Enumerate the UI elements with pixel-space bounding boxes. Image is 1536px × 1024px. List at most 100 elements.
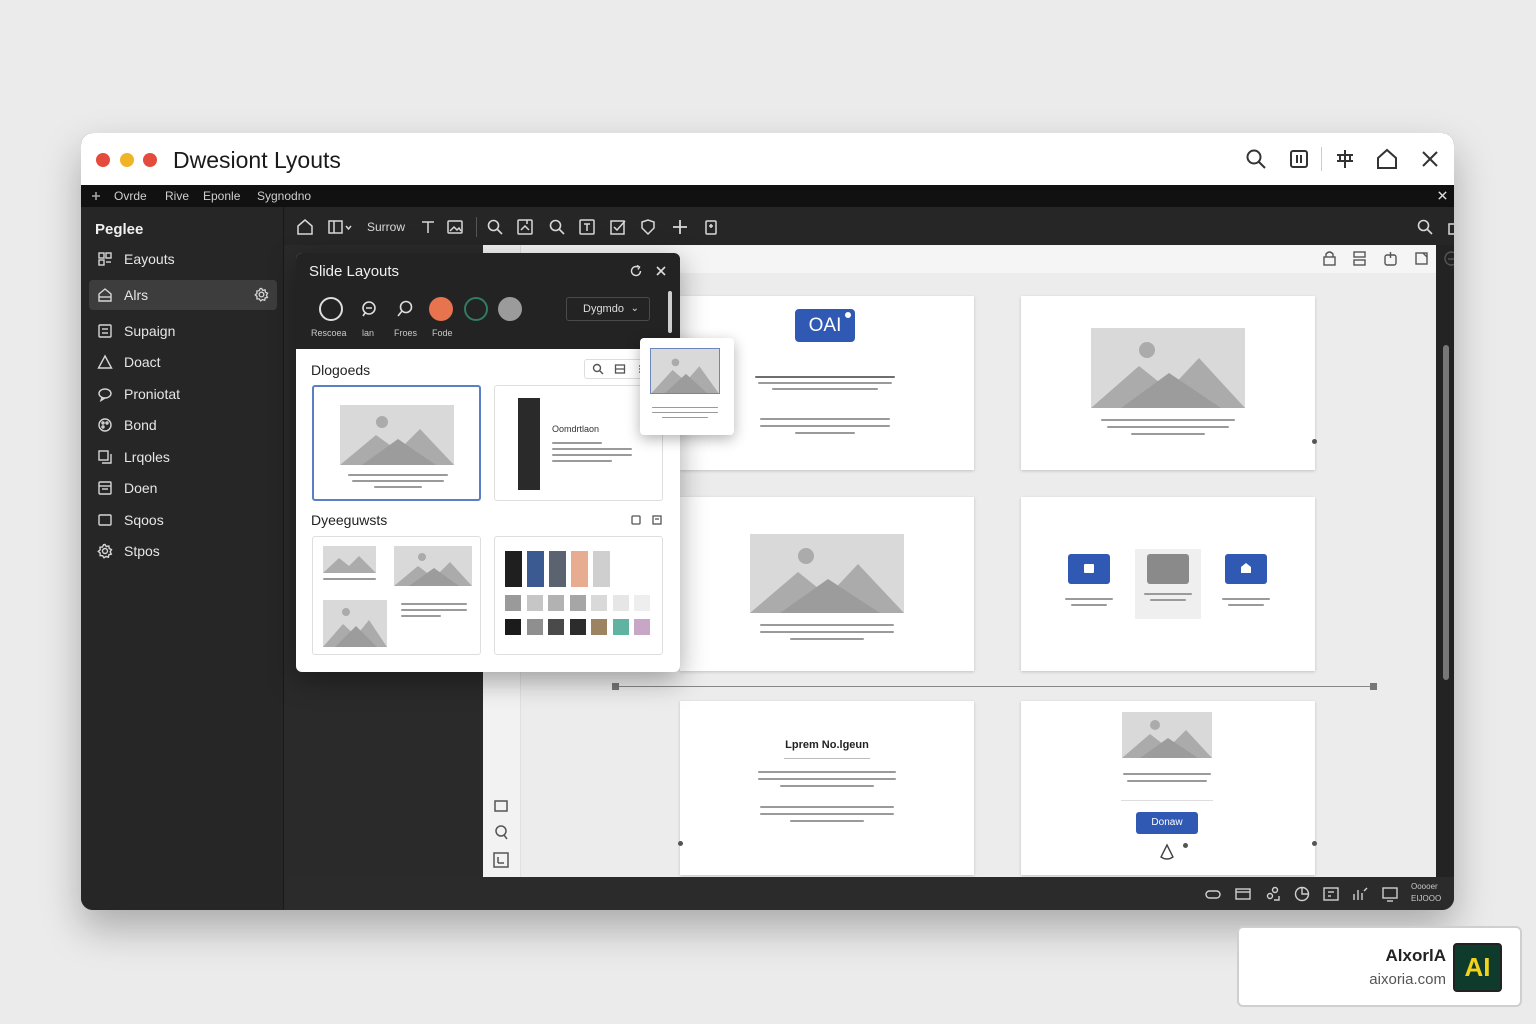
palette-swatch[interactable]	[526, 595, 543, 611]
page-icon[interactable]	[1413, 250, 1430, 267]
dragged-layout-thumbnail[interactable]	[640, 338, 734, 435]
text-frame-icon[interactable]	[492, 851, 510, 869]
menu-item-1[interactable]: Ovrde	[114, 189, 147, 203]
home-icon[interactable]	[1375, 147, 1399, 171]
sidebar-item-alrs[interactable]: Alrs	[89, 280, 277, 310]
slide-thumbnail-6[interactable]: Donaw	[1021, 701, 1315, 875]
anchor-dot[interactable]	[678, 841, 683, 846]
sidebar-item-proniotat[interactable]: Proniotat	[89, 379, 277, 409]
window-icon[interactable]	[1234, 885, 1252, 903]
frame-icon[interactable]	[516, 218, 534, 236]
slide-thumbnail-3[interactable]	[680, 497, 974, 671]
slide-thumbnail-4[interactable]	[1021, 497, 1315, 671]
square-icon[interactable]	[630, 514, 642, 526]
people-icon[interactable]	[1264, 885, 1282, 903]
sidebar-item-doen[interactable]: Doen	[89, 473, 277, 503]
sidebar-item-sqoos[interactable]: Sqoos	[89, 505, 277, 535]
minimize-window-button[interactable]	[120, 153, 134, 167]
anchor-dot[interactable]	[1312, 841, 1317, 846]
sidebar-item-doact[interactable]: Doact	[89, 347, 277, 377]
search-icon[interactable]	[486, 218, 504, 236]
chart-icon[interactable]	[1351, 885, 1369, 903]
sidebar-item-supaign[interactable]: Supaign	[89, 316, 277, 346]
swatch-color-gray[interactable]	[498, 297, 522, 321]
zoom-icon[interactable]	[548, 218, 566, 236]
palette-swatch[interactable]	[569, 595, 586, 611]
sticker-icon[interactable]	[1293, 885, 1311, 903]
shape-icon[interactable]	[639, 218, 657, 236]
maximize-window-button[interactable]	[143, 153, 157, 167]
layout-card-text[interactable]: Oomdrtlaon	[494, 385, 663, 501]
resize-handle[interactable]	[612, 683, 619, 690]
text-icon[interactable]	[419, 218, 437, 236]
sidebar-item-bond[interactable]: Bond	[89, 410, 277, 440]
palette-swatch[interactable]	[549, 551, 566, 587]
chat-icon[interactable]	[360, 300, 378, 318]
palette-swatch[interactable]	[505, 551, 522, 587]
swatch-color-orange[interactable]	[429, 297, 453, 321]
app-menu-icon[interactable]	[90, 190, 102, 202]
slide-thumbnail-2[interactable]	[1021, 296, 1315, 470]
palette-swatch[interactable]	[569, 619, 586, 635]
layout-card-palette[interactable]	[494, 536, 663, 655]
anchor-dot[interactable]	[1312, 439, 1317, 444]
palette-swatch[interactable]	[548, 595, 564, 611]
close-window-button[interactable]	[96, 153, 110, 167]
grid-icon[interactable]	[1322, 885, 1340, 903]
sidebar-item-eayouts[interactable]: Eayouts	[89, 244, 277, 274]
monitor-icon[interactable]	[1381, 885, 1399, 903]
palette-swatch[interactable]	[571, 551, 588, 587]
align-icon[interactable]	[1351, 250, 1368, 267]
layout-dropdown-icon[interactable]	[327, 218, 353, 236]
layout-card-mixed[interactable]	[312, 536, 481, 655]
vertical-scrollbar[interactable]	[1443, 345, 1449, 680]
palette-swatch[interactable]	[612, 619, 629, 635]
palette-swatch[interactable]	[591, 595, 607, 611]
image-icon[interactable]	[446, 218, 464, 236]
search-icon[interactable]	[592, 363, 604, 375]
crop-icon[interactable]	[1333, 147, 1357, 171]
sidebar-item-stpos[interactable]: Stpos	[89, 536, 277, 566]
menu-item-3[interactable]: Eponle	[203, 189, 240, 203]
rectangle-icon[interactable]	[492, 797, 510, 815]
lasso-icon[interactable]	[492, 823, 510, 841]
share-icon[interactable]	[1447, 218, 1454, 236]
menu-item-4[interactable]: Sygnodno	[257, 189, 311, 203]
toolbar-label[interactable]: Surrow	[367, 220, 405, 234]
slide-thumbnail-5[interactable]: Lprem No.lgeun	[680, 701, 974, 875]
power-icon[interactable]	[1382, 250, 1399, 267]
palette-swatch[interactable]	[526, 619, 543, 635]
resize-handle[interactable]	[1370, 683, 1377, 690]
menu-item-2[interactable]: Rive	[165, 189, 189, 203]
bubble-icon[interactable]	[396, 300, 414, 318]
layout-select[interactable]: Dygmdo ⌄	[566, 297, 650, 321]
sidebar-item-lrqoles[interactable]: Lrqoles	[89, 442, 277, 472]
text-box-icon[interactable]	[578, 218, 596, 236]
lock-icon[interactable]	[1321, 250, 1338, 267]
palette-swatch[interactable]	[591, 619, 607, 635]
close-icon[interactable]	[1437, 190, 1448, 201]
palette-swatch[interactable]	[505, 619, 521, 635]
layout-card-image[interactable]	[312, 385, 481, 501]
palette-swatch[interactable]	[548, 619, 564, 635]
more-circle-icon[interactable]	[1443, 250, 1454, 267]
palette-swatch[interactable]	[505, 595, 521, 611]
search-icon[interactable]	[1416, 218, 1434, 236]
search-icon[interactable]	[1244, 147, 1268, 171]
gear-icon[interactable]	[254, 287, 269, 302]
palette-swatch[interactable]	[593, 551, 610, 587]
home-icon[interactable]	[296, 218, 314, 236]
slide-action-button[interactable]: Donaw	[1136, 812, 1198, 834]
dialog-scrollbar[interactable]	[668, 291, 672, 333]
plus-icon[interactable]	[671, 218, 689, 236]
close-icon[interactable]	[654, 264, 668, 278]
palette-swatch[interactable]	[612, 595, 629, 611]
swatch-color-green[interactable]	[464, 297, 488, 321]
close-icon[interactable]	[1418, 147, 1442, 171]
check-box-icon[interactable]	[609, 218, 627, 236]
refresh-icon[interactable]	[629, 264, 643, 278]
settings-icon[interactable]	[651, 514, 663, 526]
palette-swatch[interactable]	[634, 619, 650, 635]
palette-swatch[interactable]	[634, 595, 650, 611]
panel-icon[interactable]	[1287, 147, 1311, 171]
